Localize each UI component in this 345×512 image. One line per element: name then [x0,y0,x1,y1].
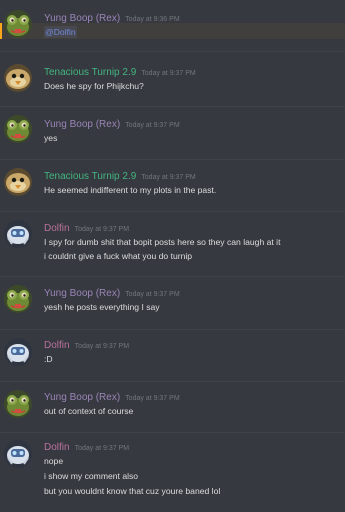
message-text: i show my comment also [44,471,139,481]
message-text: @Dolfin [44,26,77,38]
message-text: yesh he posts everything I say [44,302,160,312]
message-author[interactable]: Yung Boop (Rex) [44,288,120,299]
message-author[interactable]: Tenacious Turnip 2.9 [44,67,136,78]
chat-message-list: Yung Boop (Rex) Today at 9:36 PM @Dolfin … [0,0,345,512]
message-text: out of context of course [44,406,134,416]
message-divider [0,329,345,330]
message-text: Does he spy for Phijkchu? [44,81,144,91]
bird-avatar-icon[interactable] [4,64,32,92]
bird-avatar-icon[interactable] [4,168,32,196]
message-timestamp: Today at 9:37 PM [74,343,130,350]
message-text: :D [44,354,53,364]
message-timestamp: Today at 9:37 PM [125,291,180,298]
message-timestamp: Today at 9:37 PM [125,122,180,129]
message-text: yes [44,133,58,143]
message-timestamp: Today at 9:37 PM [74,445,130,452]
message-divider [0,381,345,382]
robot-avatar-icon[interactable] [4,338,32,366]
message-divider [0,432,345,433]
message-timestamp: Today at 9:37 PM [74,226,130,233]
message-divider [0,51,345,52]
frog-avatar-icon[interactable] [4,390,32,418]
message-author[interactable]: Tenacious Turnip 2.9 [44,171,136,182]
message-author[interactable]: Yung Boop (Rex) [44,13,120,24]
robot-avatar-icon[interactable] [4,220,32,248]
message-timestamp: Today at 9:36 PM [125,16,180,23]
message-timestamp: Today at 9:37 PM [141,70,196,77]
message-divider [0,159,345,160]
frog-avatar-icon[interactable] [4,10,32,38]
message-text: I spy for dumb shit that bopit posts her… [44,237,281,247]
message-author[interactable]: Dolfin [44,223,70,234]
message-divider [0,276,345,277]
message-text: i couldnt give a fuck what you do turnip [44,251,193,261]
frog-avatar-icon[interactable] [4,115,32,143]
message-author[interactable]: Yung Boop (Rex) [44,119,120,130]
message-author[interactable]: Dolfin [44,340,70,351]
user-mention[interactable]: @Dolfin [44,26,77,38]
message-timestamp: Today at 9:37 PM [141,174,196,181]
message-divider [0,106,345,107]
message-divider [0,211,345,212]
message-author[interactable]: Dolfin [44,442,70,453]
message-timestamp: Today at 9:37 PM [125,395,180,402]
message-text: but you wouldnt know that cuz youre bane… [44,486,221,496]
message-text: He seemed indifferent to my plots in the… [44,185,217,195]
message-author[interactable]: Yung Boop (Rex) [44,392,120,403]
message-text: nope [44,456,64,466]
robot-avatar-icon[interactable] [4,440,32,468]
frog-avatar-icon[interactable] [4,285,32,313]
